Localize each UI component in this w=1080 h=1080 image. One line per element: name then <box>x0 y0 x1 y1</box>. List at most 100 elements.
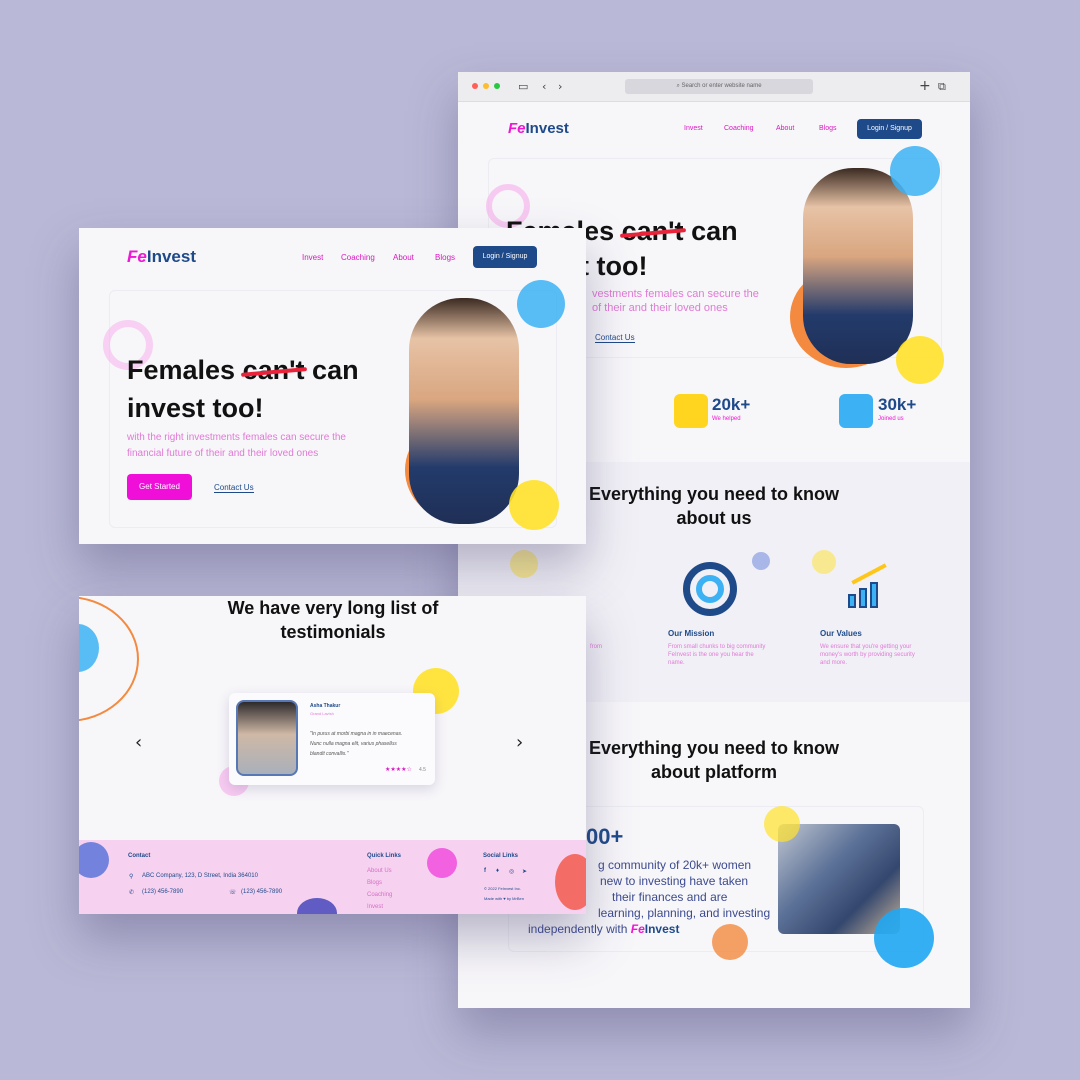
hero-brand-logo[interactable]: FeInvest <box>127 247 196 267</box>
rating-stars-icon: ★★★★☆ <box>385 766 412 773</box>
decor-yellow-small <box>510 550 538 578</box>
decor-yellow-small-2 <box>812 550 836 574</box>
nav-coaching[interactable]: Coaching <box>724 125 754 132</box>
browser-hero-title-strike: can't <box>621 216 684 246</box>
values-text: We ensure that you're getting your money… <box>820 644 915 666</box>
address-bar[interactable]: ⌕ Search or enter website name <box>625 79 813 94</box>
phone-alt-icon: ☏ <box>229 890 237 896</box>
stat-value-helped: 20k+ <box>712 395 751 414</box>
next-arrow-icon[interactable]: › <box>516 732 523 753</box>
platform-title-2: about platform <box>651 762 777 782</box>
platform-logo-fe: Fe <box>630 922 645 936</box>
instagram-icon[interactable]: ◎ <box>509 868 514 875</box>
hero-nav-about[interactable]: About <box>393 253 414 262</box>
users-icon <box>674 394 708 428</box>
hero-title-line2: invest too! <box>127 393 264 423</box>
close-window-dot[interactable] <box>472 83 478 89</box>
browser-hero-subtitle-1: vestments females can secure the <box>592 288 759 300</box>
hero-subtitle-2: financial future of their and their love… <box>127 448 319 459</box>
nav-blogs[interactable]: Blogs <box>819 125 837 132</box>
stat-label-helped: We helped <box>712 416 741 422</box>
testimonials-title-1: We have very long list of <box>227 598 439 618</box>
testimonial-quote-2: Nunc nulla magna elit, varius phasellus <box>310 741 397 747</box>
browser-hero-subtitle-2: of their and their loved ones <box>592 302 728 314</box>
address-bar-placeholder: Search or enter website name <box>681 83 762 89</box>
target-icon <box>683 562 737 616</box>
hero-title: Females can't can <box>127 352 359 388</box>
logo-fe: Fe <box>508 120 526 137</box>
footer-link-about-us[interactable]: About Us <box>367 868 392 874</box>
decor-yellow-blob <box>896 336 944 384</box>
hero-nav-coaching[interactable]: Coaching <box>341 253 375 262</box>
decor-yellow-mid <box>764 806 800 842</box>
footer-link-blogs[interactable]: Blogs <box>367 880 382 886</box>
about-title-2: about us <box>676 508 752 528</box>
twitter-icon[interactable]: ♦ <box>496 868 499 874</box>
footer-made-with: Made with ♥ by MrBen <box>484 896 524 901</box>
hero-subtitle-1: with the right investments females can s… <box>127 432 346 443</box>
footer-phone[interactable]: (123) 456-7890 <box>142 889 183 895</box>
telegram-icon[interactable]: ➤ <box>522 868 527 875</box>
hero-woman-image <box>803 168 913 364</box>
footer-phone-2[interactable]: (123) 456-7890 <box>241 889 282 895</box>
prev-arrow-icon[interactable]: ‹ <box>135 732 142 753</box>
platform-logo-invest: Invest <box>644 922 680 936</box>
contact-us-link[interactable]: Contact Us <box>214 483 254 493</box>
brand-logo[interactable]: FeInvest <box>508 120 569 137</box>
sidebar-icon[interactable]: ▭ <box>518 80 528 93</box>
location-pin-icon: ⚲ <box>129 874 134 880</box>
decor-blue-blob <box>890 146 940 196</box>
login-signup-button[interactable]: Login / Signup <box>857 119 922 139</box>
phone-icon: ✆ <box>129 890 135 896</box>
footer-address: ABC Company, 123, D Street, India 364010 <box>142 873 258 879</box>
browser-hero-title-c: can <box>691 216 738 246</box>
forward-arrow-icon[interactable]: › <box>558 80 562 93</box>
footer-contact-heading: Contact <box>128 853 151 859</box>
browser-toolbar: ▭ ‹ › ⌕ Search or enter website name + ⧉ <box>458 72 970 102</box>
platform-title: Everything you need to know about platfo… <box>564 736 864 784</box>
footer-link-invest[interactable]: Invest <box>367 904 383 910</box>
mission-text: From small chunks to big community FeInv… <box>668 644 766 666</box>
platform-text-5: independently with <box>528 922 628 936</box>
bar-chart-icon <box>839 394 873 428</box>
new-tab-icon[interactable]: + <box>919 79 931 93</box>
platform-title-1: Everything you need to know <box>588 738 840 758</box>
testimonial-quote-3: blandit convallis." <box>310 751 349 757</box>
hero-login-signup-button[interactable]: Login / Signup <box>473 246 537 268</box>
hero-title-word3: can <box>312 355 359 385</box>
decor-blue-footer <box>79 842 109 878</box>
about-title: Everything you need to know about us <box>564 482 864 530</box>
hero-logo-fe: Fe <box>127 247 147 266</box>
hero-subtitle: with the right investments females can s… <box>127 430 346 462</box>
footer-link-coaching[interactable]: Coaching <box>367 892 392 898</box>
platform-count: 00+ <box>586 824 624 849</box>
footer: Contact ⚲ ABC Company, 123, D Street, In… <box>79 840 586 914</box>
testimonial-quote-1: "In purus at morbi magna in in maecenas. <box>310 731 403 737</box>
about-title-1: Everything you need to know <box>588 484 840 504</box>
stat-label-joined: Joined us <box>878 416 904 422</box>
browser-contact-us-link[interactable]: Contact Us <box>595 333 635 343</box>
browser-hero-title-line2: t too! <box>580 251 648 281</box>
hero-logo-invest: Invest <box>146 247 196 266</box>
hero-nav-blogs[interactable]: Blogs <box>435 253 455 262</box>
left-feature-text-fragment: from <box>590 644 602 650</box>
minimize-window-dot[interactable] <box>483 83 489 89</box>
tabs-overview-icon[interactable]: ⧉ <box>938 80 946 93</box>
footer-social-heading: Social Links <box>483 853 519 859</box>
back-arrow-icon[interactable]: ‹ <box>542 80 546 93</box>
decor-yellow-blob <box>509 480 559 530</box>
facebook-icon[interactable]: f <box>484 868 486 874</box>
footer-copyright: © 2022 FeInvest Inc. <box>484 886 521 891</box>
mission-title: Our Mission <box>668 629 715 638</box>
decor-blue-blob <box>517 280 565 328</box>
decor-navy-footer <box>297 898 337 914</box>
nav-about[interactable]: About <box>776 125 794 132</box>
hero-title-strike: can't <box>242 355 305 385</box>
hero-nav-invest[interactable]: Invest <box>302 253 323 262</box>
decor-pink-footer <box>427 848 457 878</box>
maximize-window-dot[interactable] <box>494 83 500 89</box>
nav-invest[interactable]: Invest <box>684 125 703 132</box>
footer-quick-links-heading: Quick Links <box>367 853 402 859</box>
testimonial-card: Asha Thakur Grand Lavish "In purus at mo… <box>229 693 435 785</box>
get-started-button[interactable]: Get Started <box>127 474 192 500</box>
